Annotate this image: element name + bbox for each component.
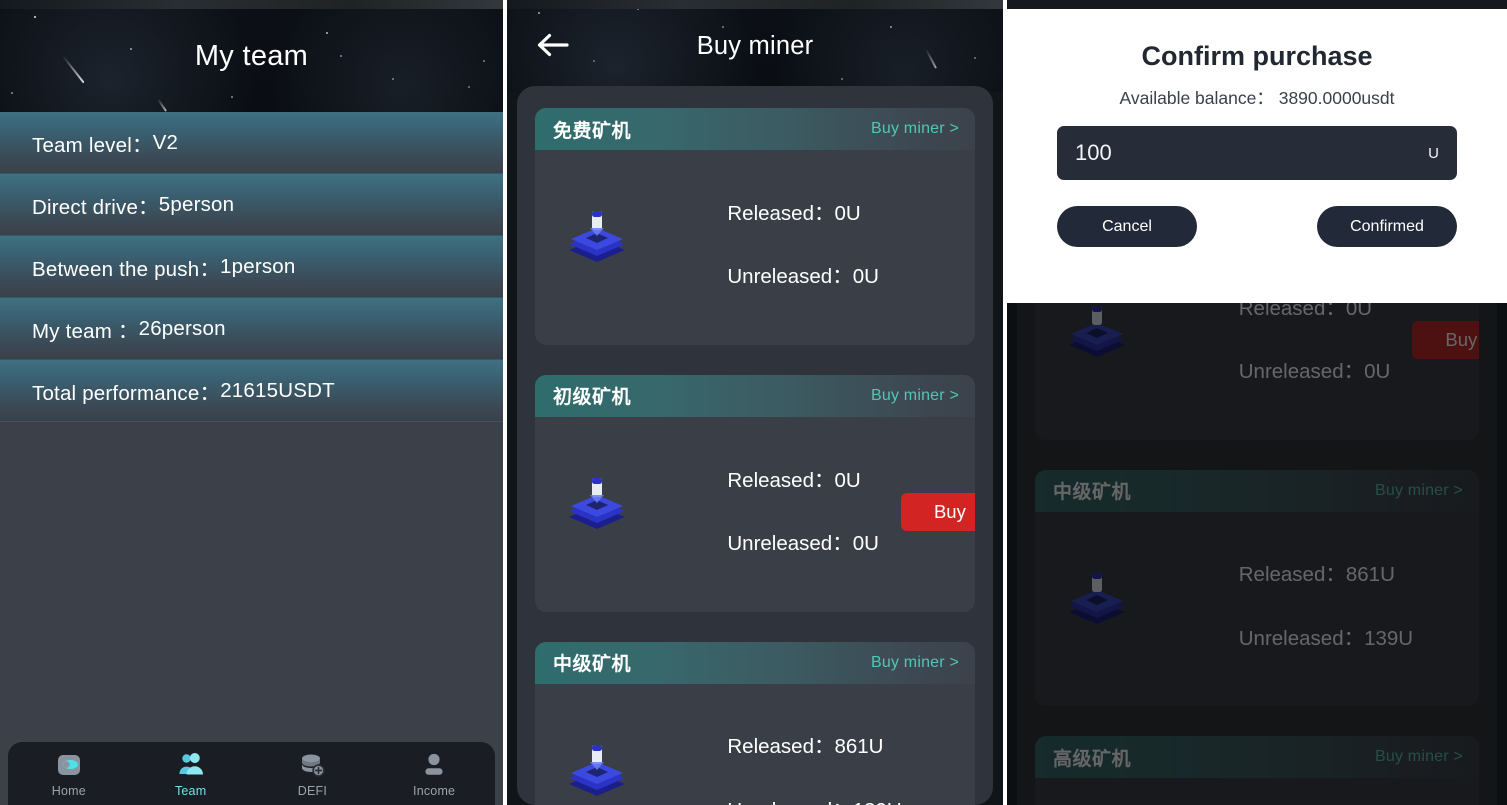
buy-button: Buy <box>1412 321 1479 360</box>
stat-value: 1person <box>220 254 296 278</box>
sidebar-item-home[interactable]: Home <box>8 742 130 805</box>
stat-label: My team ： <box>32 319 139 343</box>
home-icon <box>54 750 84 780</box>
sidebar-item-team[interactable]: Team <box>130 742 252 805</box>
miner-card-header: 高级矿机 Buy miner > <box>1035 736 1479 779</box>
released-value: Released：0U <box>727 468 861 492</box>
miner-card: 中级矿机 Buy miner > <box>1035 469 1479 707</box>
miner-name: 中级矿机 <box>553 654 632 676</box>
unreleased-value: Unreleased：0U <box>1238 360 1391 384</box>
defi-icon <box>297 750 327 780</box>
page-title: My team <box>194 39 309 72</box>
stat-row: Team level： V2 <box>0 112 503 174</box>
stat-label: Total performance： <box>32 381 221 405</box>
miner-card-body: Released：861U Unreleased：139U <box>1035 512 1479 707</box>
miner-card-body: Released：0U Unreleased：0U Buy <box>535 417 975 612</box>
miner-card: 高级矿机 Buy miner > <box>1035 736 1479 805</box>
stat-value: V2 <box>152 130 179 154</box>
stat-label: Between the push： <box>32 257 221 281</box>
miner-card: 初级矿机 Buy miner > <box>535 374 975 612</box>
miner-name: 高级矿机 <box>1053 748 1132 770</box>
miner-card: 中级矿机 Buy miner > <box>535 641 975 805</box>
page-title: Buy miner <box>696 31 814 60</box>
miner-rig-icon <box>557 206 637 284</box>
team-stats-list: Team level： V2 Direct drive： 5person Bet… <box>0 112 503 422</box>
miner-card-body <box>1035 778 1479 805</box>
miner-name: 中级矿机 <box>1053 482 1132 504</box>
dimmed-miner-list: 免费矿机 Buy miner > <box>1007 303 1507 805</box>
buy-miner-link[interactable]: Buy miner > <box>871 387 959 405</box>
amount-unit-label: U <box>1428 144 1439 162</box>
miner-card-list: 免费矿机 Buy miner > Released：0U Unreleased：… <box>517 86 993 805</box>
stat-row: My team ： 26person <box>0 298 503 360</box>
dialog-actions: Cancel Confirmed <box>1057 206 1457 247</box>
buy-miner-header: Buy miner <box>507 0 1003 92</box>
back-arrow-icon[interactable] <box>534 30 572 60</box>
stat-value: 26person <box>138 316 226 340</box>
stat-value: 5person <box>158 192 235 216</box>
team-icon <box>176 750 206 780</box>
sidebar-item-label: DEFI <box>297 783 328 798</box>
miner-card: 初级矿机 Buy miner > <box>1035 303 1479 440</box>
miner-card-body: Released：861U Unreleased：139U <box>535 684 975 805</box>
sidebar-item-label: Team <box>174 783 207 798</box>
confirm-button[interactable]: Confirmed <box>1317 206 1457 247</box>
released-value: Released：861U <box>1238 563 1395 587</box>
available-balance: Available balance： 3890.0000usdt <box>1119 88 1395 108</box>
miner-rig-icon <box>1057 568 1137 646</box>
buy-miner-link[interactable]: Buy miner > <box>871 120 959 138</box>
stat-row: Direct drive： 5person <box>0 174 503 236</box>
sidebar-item-label: Home <box>51 783 86 798</box>
sidebar-item-defi[interactable]: DEFI <box>252 742 374 805</box>
unreleased-value: Unreleased：0U <box>727 265 879 289</box>
miner-card-header: 中级矿机 Buy miner > <box>1035 469 1479 512</box>
miner-stats: Released：0U Unreleased：0U <box>1159 303 1391 420</box>
unreleased-value: Unreleased：0U <box>727 532 879 556</box>
miner-card-body: Released：0U Unreleased：0U Buy <box>1035 303 1479 440</box>
my-team-header: My team <box>0 0 503 112</box>
miner-rig-icon <box>557 473 637 551</box>
stat-row: Total performance： 21615USDT <box>0 360 503 422</box>
app-screen: My team Team level： V2 Direct drive： 5pe… <box>0 0 1507 805</box>
stat-label: Team level： <box>32 133 153 157</box>
buy-button[interactable]: Buy <box>900 493 975 532</box>
confirm-purchase-panel: 免费矿机 Buy miner > <box>1007 0 1507 805</box>
cancel-button[interactable]: Cancel <box>1057 206 1197 247</box>
stat-label: Direct drive： <box>32 195 159 219</box>
dialog-title: Confirm purchase <box>1141 41 1373 71</box>
miner-name: 免费矿机 <box>553 120 632 142</box>
miner-stats: Released：861U Unreleased：139U <box>1159 528 1463 687</box>
released-value: Released：0U <box>1238 303 1373 320</box>
miner-card: 免费矿机 Buy miner > Released：0U Unreleased：… <box>535 108 975 345</box>
miner-card-header: 免费矿机 Buy miner > <box>535 108 975 150</box>
miner-rig-icon <box>557 740 637 805</box>
miner-stats: Released：861U Unreleased：139U <box>659 700 959 805</box>
miner-card-header: 初级矿机 Buy miner > <box>535 374 975 417</box>
miner-stats: Released：0U Unreleased：0U <box>659 166 959 325</box>
confirm-purchase-dialog: Confirm purchase Available balance： 3890… <box>1007 7 1507 303</box>
released-value: Released：0U <box>727 201 861 225</box>
unreleased-value: Unreleased：139U <box>1238 626 1414 650</box>
sidebar-item-label: Income <box>413 783 456 798</box>
buy-miner-link[interactable]: Buy miner > <box>871 654 959 672</box>
amount-value: 100 <box>1075 140 1112 165</box>
miner-card-body: Released：0U Unreleased：0U <box>535 150 975 345</box>
bottom-navigation: Home Team DEFI Income <box>8 742 495 805</box>
released-value: Released：861U <box>727 735 884 759</box>
stat-value: 21615USDT <box>220 378 335 402</box>
miner-name: 初级矿机 <box>553 387 632 409</box>
buy-miner-link: Buy miner > <box>1374 481 1463 499</box>
buy-miner-link: Buy miner > <box>1374 748 1463 766</box>
miner-rig-icon <box>1057 303 1137 379</box>
miner-stats: Released：0U Unreleased：0U <box>659 433 879 592</box>
income-icon <box>419 750 449 780</box>
my-team-panel: My team Team level： V2 Direct drive： 5pe… <box>0 0 503 805</box>
unreleased-value: Unreleased：139U <box>727 799 901 805</box>
miner-card-header: 中级矿机 Buy miner > <box>535 641 975 684</box>
stat-row: Between the push： 1person <box>0 236 503 298</box>
amount-input[interactable]: 100 U <box>1057 126 1457 180</box>
sidebar-item-income[interactable]: Income <box>373 742 495 805</box>
buy-miner-panel: Buy miner 免费矿机 Buy miner > Released：0U U… <box>507 0 1003 805</box>
